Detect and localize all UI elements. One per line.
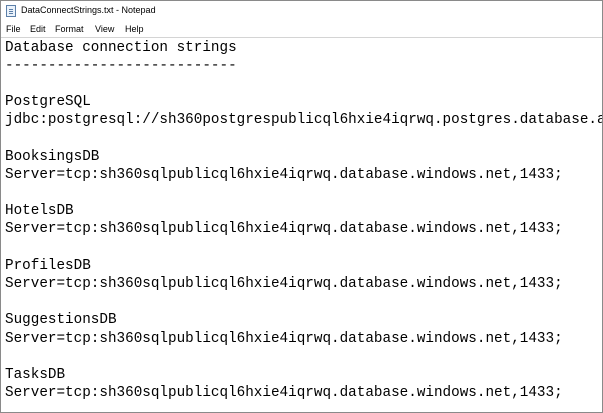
menu-format[interactable]: Format	[55, 24, 84, 34]
menu-file[interactable]: File	[6, 24, 21, 34]
text-line: SuggestionsDB	[5, 312, 117, 328]
menu-help[interactable]: Help	[125, 24, 144, 34]
text-editor[interactable]: Database connection strings ------------…	[1, 37, 602, 412]
text-line: Database connection strings	[5, 40, 237, 56]
text-line: PostgreSQL	[5, 94, 91, 110]
text-line: ---------------------------	[5, 58, 237, 74]
menu-bar: File Edit Format View Help	[1, 21, 602, 37]
text-line: HotelsDB	[5, 203, 74, 219]
text-line: ProfilesDB	[5, 258, 91, 274]
text-line: Server=tcp:sh360sqlpublicql6hxie4iqrwq.d…	[5, 385, 563, 401]
text-line: Server=tcp:sh360sqlpublicql6hxie4iqrwq.d…	[5, 276, 563, 292]
text-line: TasksDB	[5, 367, 66, 383]
text-line: Server=tcp:sh360sqlpublicql6hxie4iqrwq.d…	[5, 331, 563, 347]
menu-edit[interactable]: Edit	[30, 24, 46, 34]
notepad-window: DataConnectStrings.txt - Notepad File Ed…	[0, 0, 603, 413]
text-line: Server=tcp:sh360sqlpublicql6hxie4iqrwq.d…	[5, 221, 563, 237]
text-line: BooksingsDB	[5, 149, 100, 165]
notepad-icon	[6, 5, 16, 17]
title-bar[interactable]: DataConnectStrings.txt - Notepad	[1, 1, 602, 21]
window-title: DataConnectStrings.txt - Notepad	[21, 5, 156, 15]
menu-view[interactable]: View	[95, 24, 114, 34]
text-line: jdbc:postgresql://sh360postgrespublicql6…	[5, 112, 602, 128]
text-line: Server=tcp:sh360sqlpublicql6hxie4iqrwq.d…	[5, 167, 563, 183]
